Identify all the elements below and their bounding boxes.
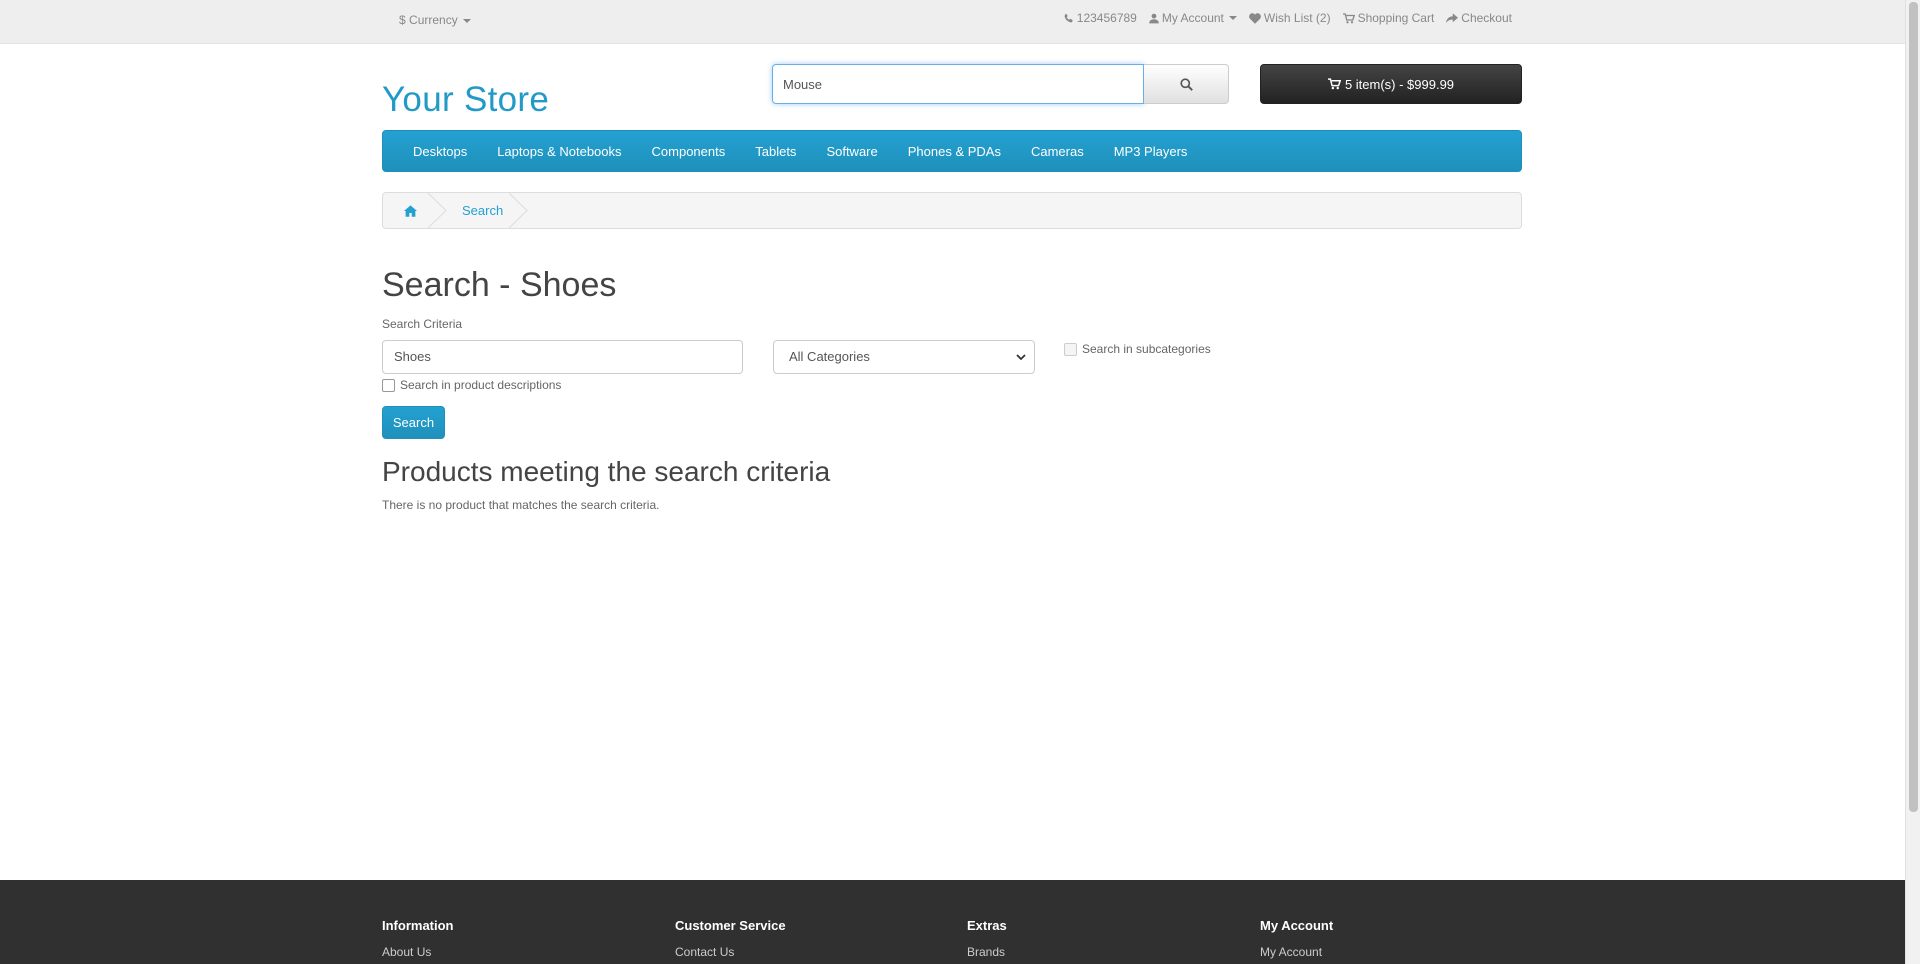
footer-heading: Information [382,918,454,933]
menu-item-mp3-players[interactable]: MP3 Players [1099,144,1203,159]
no-results-message: There is no product that matches the sea… [382,498,660,512]
search-button[interactable] [1144,64,1229,104]
share-icon [1446,12,1459,23]
cart-summary: 5 item(s) - $999.99 [1344,76,1455,92]
menu-item-cameras[interactable]: Cameras [1016,144,1099,159]
results-heading: Products meeting the search criteria [382,456,831,487]
user-icon [1149,13,1159,23]
category-menu: Desktops Laptops & Notebooks Components … [382,130,1522,172]
menu-item-software[interactable]: Software [811,144,892,159]
cart-button[interactable]: 5 item(s) - $999.99 [1260,64,1522,104]
category-select-value: All Categories [789,349,870,364]
menu-item-phones-pdas[interactable]: Phones & PDAs [893,144,1016,159]
header-search [772,64,1229,104]
top-links: 123456789 My Account Wish List (2) Shopp… [1063,11,1512,25]
header: Your Store 5 item(s) - $999.99 [0,44,1920,130]
footer-link-contact-us[interactable]: Contact Us [675,945,786,959]
descriptions-option: Search in product descriptions [382,378,1522,392]
my-account-dropdown[interactable]: My Account [1149,11,1237,25]
cart-icon [1327,78,1341,90]
subcategories-checkbox[interactable] [1064,342,1077,356]
footer-link-my-account[interactable]: My Account [1260,945,1333,959]
footer: Information About Us Customer Service Co… [0,880,1905,964]
phone-icon [1064,13,1073,22]
descriptions-checkbox[interactable] [382,378,395,392]
descriptions-label: Search in product descriptions [400,378,562,392]
menu-item-laptops-notebooks[interactable]: Laptops & Notebooks [482,144,636,159]
footer-heading: Customer Service [675,918,786,933]
top-bar: $ Currency 123456789 My Account Wish Lis… [0,0,1920,44]
currency-dropdown[interactable]: $ Currency [399,13,472,27]
wish-list-link[interactable]: Wish List (2) [1249,11,1331,25]
chevron-down-icon [463,18,472,23]
search-input[interactable] [772,64,1144,104]
search-criteria-input[interactable]: Shoes [382,340,743,374]
heart-icon [1249,12,1261,24]
footer-column-extras: Extras Brands [967,918,1007,959]
checkout-link[interactable]: Checkout [1446,11,1512,25]
footer-column-my-account: My Account My Account [1260,918,1333,959]
cart-icon [1342,12,1355,23]
my-account-label: My Account [1161,11,1224,25]
footer-heading: My Account [1260,918,1334,933]
footer-column-information: Information About Us [382,918,454,959]
menu-item-desktops[interactable]: Desktops [398,144,482,159]
search-icon [1179,77,1193,91]
footer-link-brands[interactable]: Brands [967,945,1007,959]
home-icon [404,204,417,217]
phone-link[interactable]: 123456789 [1063,11,1137,25]
footer-column-customer-service: Customer Service Contact Us [675,918,786,959]
chevron-down-icon [1016,354,1026,361]
scrollbar-thumb[interactable] [1909,2,1918,812]
chevron-down-icon [1228,16,1237,20]
footer-heading: Extras [967,918,1007,933]
menu-item-components[interactable]: Components [637,144,741,159]
search-criteria-row: Shoes All Categories Search in subcatego… [382,340,1522,376]
subcategories-option: Search in subcategories [1064,342,1211,356]
main-container: Desktops Laptops & Notebooks Components … [382,130,1522,512]
page-scrollbar[interactable] [1905,0,1920,964]
search-submit-button[interactable]: Search [382,406,445,439]
phone-number: 123456789 [1076,11,1137,25]
currency-label: Currency [409,13,458,27]
shopping-cart-label: Shopping Cart [1357,11,1435,25]
breadcrumb-search[interactable]: Search [438,203,503,218]
shopping-cart-link[interactable]: Shopping Cart [1342,11,1435,25]
page-title: Search - Shoes [382,266,617,304]
subcategories-label: Search in subcategories [1082,342,1211,356]
store-logo[interactable]: Your Store [382,80,549,120]
category-select[interactable]: All Categories [773,340,1035,374]
breadcrumb: Search [382,192,1522,229]
menu-item-tablets[interactable]: Tablets [740,144,811,159]
search-criteria-label: Search Criteria [382,317,463,331]
wish-list-label: Wish List (2) [1263,11,1331,25]
currency-symbol: $ [399,13,406,27]
footer-link-about-us[interactable]: About Us [382,945,454,959]
breadcrumb-separator [509,193,528,228]
checkout-label: Checkout [1461,11,1512,25]
